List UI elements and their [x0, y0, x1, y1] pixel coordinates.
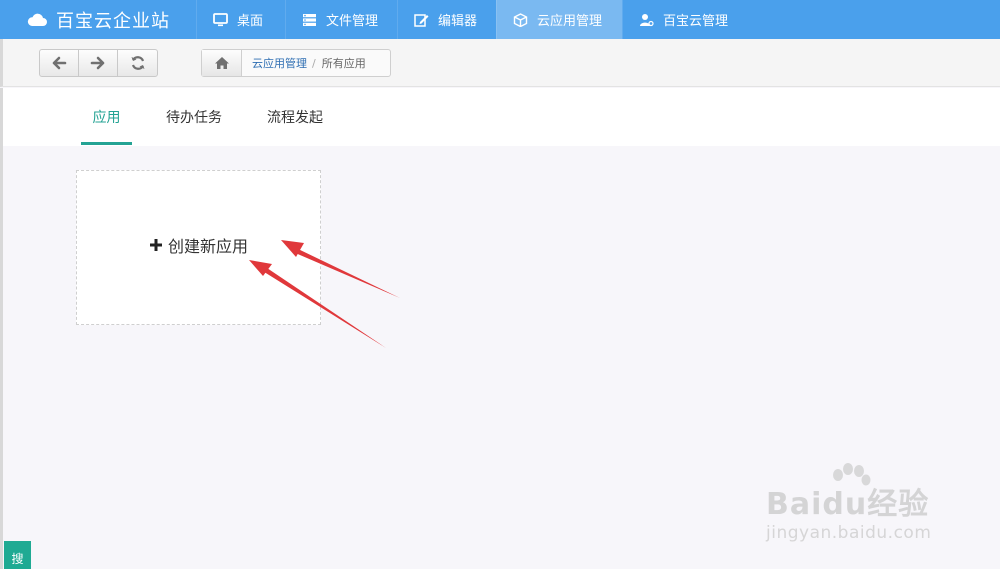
watermark-brand: Baidu经验	[766, 487, 930, 522]
server-icon	[303, 13, 316, 26]
cloud-icon	[27, 13, 47, 26]
history-button-group	[39, 49, 158, 77]
forward-button[interactable]	[79, 50, 118, 76]
tab-process-launch[interactable]: 流程发起	[261, 88, 329, 146]
arrow-left-icon	[52, 56, 67, 70]
nav-item-cloud-app-manager[interactable]: 云应用管理	[496, 0, 622, 39]
plus-icon	[149, 239, 162, 251]
refresh-icon	[131, 56, 144, 70]
home-icon	[214, 57, 229, 69]
brand[interactable]: 百宝云企业站	[0, 0, 196, 39]
breadcrumb-current: 所有应用	[321, 57, 366, 70]
user-icon	[640, 13, 654, 26]
top-nav-bar: 百宝云企业站 桌面 文件管理 编辑器 云应用管理 百宝云管理	[0, 0, 1000, 39]
breadcrumb: 云应用管理 / 所有应用	[201, 49, 391, 77]
toolbar: 云应用管理 / 所有应用	[0, 39, 1000, 87]
search-tab[interactable]: 搜	[4, 541, 31, 569]
breadcrumb-link[interactable]: 云应用管理	[252, 55, 307, 71]
tab-todo-tasks[interactable]: 待办任务	[161, 88, 227, 146]
nav-item-label: 百宝云管理	[663, 14, 729, 29]
edit-icon	[414, 13, 429, 27]
nav-item-label: 编辑器	[438, 14, 478, 29]
nav-item-label: 桌面	[237, 14, 264, 29]
brand-title: 百宝云企业站	[56, 10, 170, 32]
tab-apps[interactable]: 应用	[81, 88, 132, 146]
home-button[interactable]	[202, 50, 242, 76]
cube-icon	[513, 12, 528, 27]
create-app-button[interactable]: 创建新应用	[149, 233, 248, 257]
nav-item-editor[interactable]: 编辑器	[397, 0, 496, 39]
nav-item-file-manager[interactable]: 文件管理	[285, 0, 397, 39]
create-app-card[interactable]: 创建新应用	[76, 170, 321, 325]
arrow-right-icon	[90, 56, 105, 70]
create-app-label: 创建新应用	[167, 237, 248, 256]
refresh-button[interactable]	[118, 50, 157, 76]
tab-bar: 应用 待办任务 流程发起	[0, 88, 1000, 146]
nav-item-baibaoyun-manager[interactable]: 百宝云管理	[622, 0, 748, 39]
back-button[interactable]	[40, 50, 79, 76]
monitor-icon	[213, 12, 228, 26]
baidu-watermark: Baidu经验 jingyan.baidu.com	[766, 463, 954, 549]
breadcrumb-separator: /	[312, 56, 316, 70]
nav-item-desktop[interactable]: 桌面	[196, 0, 285, 39]
nav-item-label: 云应用管理	[537, 14, 603, 29]
watermark-url: jingyan.baidu.com	[766, 523, 932, 543]
nav-item-label: 文件管理	[326, 14, 379, 29]
